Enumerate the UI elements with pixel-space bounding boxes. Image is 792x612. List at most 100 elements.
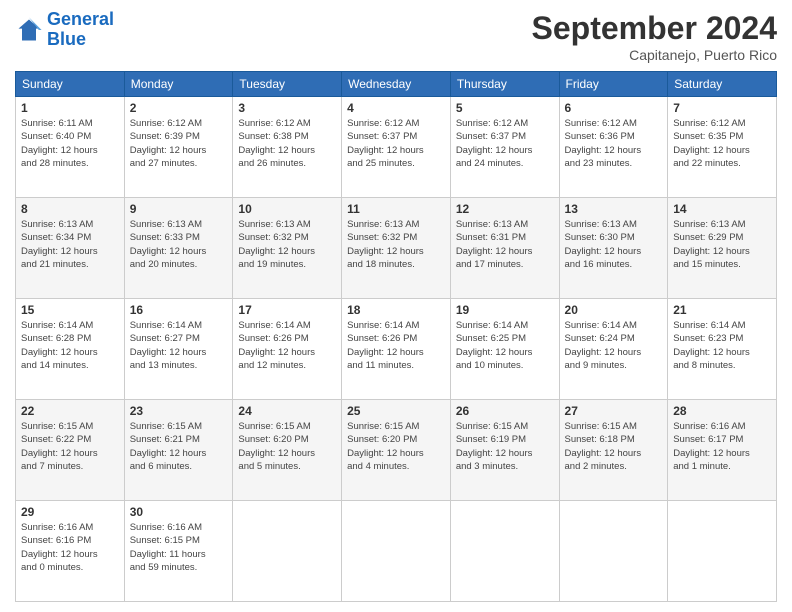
logo-icon — [15, 16, 43, 44]
day-cell: 11 Sunrise: 6:13 AMSunset: 6:32 PMDayligh… — [342, 198, 451, 299]
day-number: 6 — [565, 101, 663, 115]
day-info: Sunrise: 6:12 AMSunset: 6:38 PMDaylight:… — [238, 117, 336, 170]
day-number: 17 — [238, 303, 336, 317]
day-number: 20 — [565, 303, 663, 317]
day-info: Sunrise: 6:13 AMSunset: 6:32 PMDaylight:… — [347, 218, 445, 271]
day-info: Sunrise: 6:15 AMSunset: 6:20 PMDaylight:… — [238, 420, 336, 473]
day-info: Sunrise: 6:13 AMSunset: 6:33 PMDaylight:… — [130, 218, 228, 271]
day-info: Sunrise: 6:13 AMSunset: 6:31 PMDaylight:… — [456, 218, 554, 271]
day-number: 9 — [130, 202, 228, 216]
col-saturday: Saturday — [668, 72, 777, 97]
day-cell: 12 Sunrise: 6:13 AMSunset: 6:31 PMDayligh… — [450, 198, 559, 299]
day-cell — [233, 501, 342, 602]
day-number: 24 — [238, 404, 336, 418]
col-sunday: Sunday — [16, 72, 125, 97]
day-cell: 4Sunrise: 6:12 AMSunset: 6:37 PMDaylight… — [342, 97, 451, 198]
logo-line1: General — [47, 9, 114, 29]
day-info: Sunrise: 6:13 AMSunset: 6:34 PMDaylight:… — [21, 218, 119, 271]
day-info: Sunrise: 6:12 AMSunset: 6:35 PMDaylight:… — [673, 117, 771, 170]
day-number: 30 — [130, 505, 228, 519]
day-info: Sunrise: 6:15 AMSunset: 6:22 PMDaylight:… — [21, 420, 119, 473]
day-number: 22 — [21, 404, 119, 418]
day-cell: 17 Sunrise: 6:14 AMSunset: 6:26 PMDayligh… — [233, 299, 342, 400]
day-info: Sunrise: 6:16 AMSunset: 6:16 PMDaylight:… — [21, 521, 119, 574]
day-info: Sunrise: 6:14 AMSunset: 6:25 PMDaylight:… — [456, 319, 554, 372]
day-info: Sunrise: 6:14 AMSunset: 6:28 PMDaylight:… — [21, 319, 119, 372]
day-number: 29 — [21, 505, 119, 519]
logo: General Blue — [15, 10, 114, 50]
day-number: 12 — [456, 202, 554, 216]
col-tuesday: Tuesday — [233, 72, 342, 97]
day-cell: 20 Sunrise: 6:14 AMSunset: 6:24 PMDayligh… — [559, 299, 668, 400]
day-number: 5 — [456, 101, 554, 115]
day-cell: 16 Sunrise: 6:14 AMSunset: 6:27 PMDayligh… — [124, 299, 233, 400]
day-cell: 13Sunrise: 6:13 AMSunset: 6:30 PMDayligh… — [559, 198, 668, 299]
day-number: 8 — [21, 202, 119, 216]
day-number: 28 — [673, 404, 771, 418]
day-number: 10 — [238, 202, 336, 216]
day-cell: 15Sunrise: 6:14 AMSunset: 6:28 PMDayligh… — [16, 299, 125, 400]
month-title: September 2024 — [532, 10, 777, 47]
col-wednesday: Wednesday — [342, 72, 451, 97]
day-number: 25 — [347, 404, 445, 418]
day-number: 3 — [238, 101, 336, 115]
day-cell: 28Sunrise: 6:16 AMSunset: 6:17 PMDayligh… — [668, 400, 777, 501]
calendar-body: 1 Sunrise: 6:11 AMSunset: 6:40 PMDaylight… — [16, 97, 777, 602]
day-cell: 14 Sunrise: 6:13 AMSunset: 6:29 PMDayligh… — [668, 198, 777, 299]
day-cell — [450, 501, 559, 602]
day-cell: 7Sunrise: 6:12 AMSunset: 6:35 PMDaylight… — [668, 97, 777, 198]
day-cell: 3 Sunrise: 6:12 AMSunset: 6:38 PMDaylight… — [233, 97, 342, 198]
day-cell — [559, 501, 668, 602]
day-info: Sunrise: 6:14 AMSunset: 6:26 PMDaylight:… — [238, 319, 336, 372]
day-number: 16 — [130, 303, 228, 317]
day-info: Sunrise: 6:13 AMSunset: 6:29 PMDaylight:… — [673, 218, 771, 271]
day-info: Sunrise: 6:14 AMSunset: 6:27 PMDaylight:… — [130, 319, 228, 372]
day-number: 26 — [456, 404, 554, 418]
day-number: 14 — [673, 202, 771, 216]
col-monday: Monday — [124, 72, 233, 97]
day-cell: 21 Sunrise: 6:14 AMSunset: 6:23 PMDayligh… — [668, 299, 777, 400]
day-number: 13 — [565, 202, 663, 216]
day-number: 21 — [673, 303, 771, 317]
week-row-1: 1 Sunrise: 6:11 AMSunset: 6:40 PMDaylight… — [16, 97, 777, 198]
day-info: Sunrise: 6:14 AMSunset: 6:26 PMDaylight:… — [347, 319, 445, 372]
day-number: 19 — [456, 303, 554, 317]
location-subtitle: Capitanejo, Puerto Rico — [532, 47, 777, 63]
day-number: 1 — [21, 101, 119, 115]
day-info: Sunrise: 6:12 AMSunset: 6:39 PMDaylight:… — [130, 117, 228, 170]
week-row-2: 8 Sunrise: 6:13 AMSunset: 6:34 PMDaylight… — [16, 198, 777, 299]
logo-text: General Blue — [47, 10, 114, 50]
day-cell: 25Sunrise: 6:15 AMSunset: 6:20 PMDayligh… — [342, 400, 451, 501]
day-cell: 8 Sunrise: 6:13 AMSunset: 6:34 PMDaylight… — [16, 198, 125, 299]
page: General Blue September 2024 Capitanejo, … — [0, 0, 792, 612]
day-info: Sunrise: 6:13 AMSunset: 6:32 PMDaylight:… — [238, 218, 336, 271]
day-info: Sunrise: 6:11 AMSunset: 6:40 PMDaylight:… — [21, 117, 119, 170]
day-cell: 1 Sunrise: 6:11 AMSunset: 6:40 PMDaylight… — [16, 97, 125, 198]
day-cell: 29 Sunrise: 6:16 AMSunset: 6:16 PMDayligh… — [16, 501, 125, 602]
day-info: Sunrise: 6:15 AMSunset: 6:19 PMDaylight:… — [456, 420, 554, 473]
day-number: 4 — [347, 101, 445, 115]
day-info: Sunrise: 6:14 AMSunset: 6:24 PMDaylight:… — [565, 319, 663, 372]
title-section: September 2024 Capitanejo, Puerto Rico — [532, 10, 777, 63]
day-cell — [342, 501, 451, 602]
day-cell: 19 Sunrise: 6:14 AMSunset: 6:25 PMDayligh… — [450, 299, 559, 400]
day-info: Sunrise: 6:16 AMSunset: 6:15 PMDaylight:… — [130, 521, 228, 574]
day-cell: 18 Sunrise: 6:14 AMSunset: 6:26 PMDayligh… — [342, 299, 451, 400]
day-info: Sunrise: 6:15 AMSunset: 6:21 PMDaylight:… — [130, 420, 228, 473]
week-row-4: 22 Sunrise: 6:15 AMSunset: 6:22 PMDayligh… — [16, 400, 777, 501]
header-row: Sunday Monday Tuesday Wednesday Thursday… — [16, 72, 777, 97]
col-friday: Friday — [559, 72, 668, 97]
day-cell: 23Sunrise: 6:15 AMSunset: 6:21 PMDayligh… — [124, 400, 233, 501]
day-cell: 22 Sunrise: 6:15 AMSunset: 6:22 PMDayligh… — [16, 400, 125, 501]
day-number: 11 — [347, 202, 445, 216]
day-cell: 24 Sunrise: 6:15 AMSunset: 6:20 PMDayligh… — [233, 400, 342, 501]
calendar-table: Sunday Monday Tuesday Wednesday Thursday… — [15, 71, 777, 602]
day-cell: 10 Sunrise: 6:13 AMSunset: 6:32 PMDayligh… — [233, 198, 342, 299]
day-cell: 6 Sunrise: 6:12 AMSunset: 6:36 PMDaylight… — [559, 97, 668, 198]
day-info: Sunrise: 6:12 AMSunset: 6:36 PMDaylight:… — [565, 117, 663, 170]
day-number: 27 — [565, 404, 663, 418]
day-cell: 2Sunrise: 6:12 AMSunset: 6:39 PMDaylight… — [124, 97, 233, 198]
day-info: Sunrise: 6:14 AMSunset: 6:23 PMDaylight:… — [673, 319, 771, 372]
day-number: 18 — [347, 303, 445, 317]
day-info: Sunrise: 6:15 AMSunset: 6:18 PMDaylight:… — [565, 420, 663, 473]
